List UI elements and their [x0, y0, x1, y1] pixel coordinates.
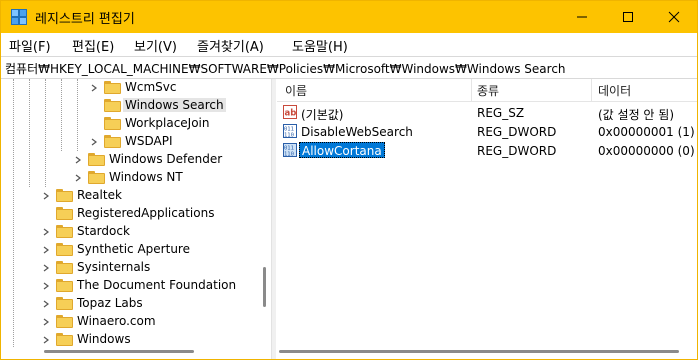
- folder-icon: [56, 279, 73, 292]
- tree-horizontal-scrollbar[interactable]: [4, 347, 260, 356]
- window-title: 레지스트리 편집기: [35, 12, 135, 27]
- menu-favorites[interactable]: 즐겨찾기(A): [197, 36, 264, 55]
- tree-guide-line: [61, 79, 62, 151]
- chevron-right-icon: [75, 174, 81, 182]
- menu-edit[interactable]: 편집(E): [72, 36, 114, 55]
- column-header-name[interactable]: 이름: [285, 82, 307, 99]
- regedit-window: 레지스트리 편집기 파일(F) 편집(E) 보기(V) 즐겨찾기(A) 도움말(…: [0, 0, 698, 360]
- column-divider[interactable]: [591, 79, 592, 101]
- address-path[interactable]: 컴퓨터₩HKEY_LOCAL_MACHINE₩SOFTWARE₩Policies…: [5, 60, 566, 77]
- folder-icon: [56, 189, 73, 202]
- value-name: DisableWebSearch: [301, 125, 413, 139]
- tree-item-label: RegisteredApplications: [77, 206, 215, 220]
- scrollbar-thumb[interactable]: [44, 350, 194, 353]
- value-data: 0x00000000 (0): [598, 144, 695, 158]
- folder-icon: [104, 99, 121, 112]
- registry-editor-icon: [11, 9, 27, 25]
- maximize-button[interactable]: [605, 1, 651, 33]
- tree-guide-line: [13, 79, 14, 347]
- tree-item-label: Realtek: [77, 188, 122, 202]
- key-tree: WcmSvc Windows Search WorkplaceJoin WSDA…: [4, 79, 269, 357]
- value-type: REG_SZ: [477, 106, 525, 120]
- folder-icon: [104, 135, 121, 148]
- chevron-right-icon: [43, 246, 49, 254]
- svg-text:110: 110: [284, 133, 294, 139]
- close-icon: [668, 11, 680, 23]
- tree-guide-line: [77, 79, 78, 151]
- column-divider[interactable]: [471, 79, 472, 101]
- value-row[interactable]: 011 110 DisableWebSearch REG_DWORD 0x000…: [277, 122, 697, 141]
- tree-item-label: WcmSvc: [125, 80, 177, 94]
- tree-guide-line: [29, 79, 30, 187]
- folder-icon: [88, 171, 105, 184]
- menu-bar: 파일(F) 편집(E) 보기(V) 즐겨찾기(A) 도움말(H): [1, 33, 697, 55]
- value-row-selected[interactable]: 011 110 AllowCortana REG_DWORD 0x0000000…: [277, 141, 697, 160]
- value-name: AllowCortana: [299, 142, 385, 158]
- minimize-button[interactable]: [559, 1, 605, 33]
- address-bar[interactable]: 컴퓨터₩HKEY_LOCAL_MACHINE₩SOFTWARE₩Policies…: [1, 56, 697, 79]
- chevron-right-icon: [43, 318, 49, 326]
- tree-item-label: Winaero.com: [77, 314, 156, 328]
- svg-text:ab: ab: [285, 109, 297, 119]
- tree-item-label: WorkplaceJoin: [125, 116, 210, 130]
- list-header: 이름 종류 데이터: [277, 79, 697, 102]
- chevron-right-icon: [43, 264, 49, 272]
- folder-icon: [56, 225, 73, 238]
- value-row[interactable]: ab (기본값) REG_SZ (값 설정 안 됨): [277, 103, 697, 122]
- chevron-right-icon: [43, 300, 49, 308]
- tree-guide-line: [45, 79, 46, 187]
- chevron-right-icon: [43, 228, 49, 236]
- tree-item-label: Sysinternals: [77, 260, 151, 274]
- minimize-icon: [577, 16, 587, 18]
- string-value-icon: ab: [283, 105, 297, 119]
- tree-item-label: Synthetic Aperture: [77, 242, 190, 256]
- folder-icon: [56, 315, 73, 328]
- tree-item-label: Windows Search: [123, 98, 226, 112]
- tree-vertical-scrollbar[interactable]: [260, 79, 269, 347]
- folder-icon: [104, 117, 121, 130]
- chevron-right-icon: [75, 156, 81, 164]
- folder-icon: [56, 243, 73, 256]
- svg-text:110: 110: [284, 152, 294, 158]
- chevron-right-icon: [43, 192, 49, 200]
- dword-value-icon: 011 110: [283, 124, 297, 138]
- close-button[interactable]: [651, 1, 697, 33]
- value-data: (값 설정 안 됨): [598, 108, 675, 122]
- scrollbar-thumb[interactable]: [279, 350, 679, 353]
- value-name: (기본값): [301, 108, 344, 122]
- chevron-right-icon: [43, 336, 49, 344]
- column-header-type[interactable]: 종류: [477, 82, 499, 99]
- menu-view[interactable]: 보기(V): [134, 36, 177, 55]
- menu-file[interactable]: 파일(F): [9, 36, 51, 55]
- tree-item-label: Stardock: [77, 224, 130, 238]
- tree-item-label: Windows: [77, 332, 131, 346]
- scrollbar-thumb[interactable]: [263, 267, 266, 307]
- folder-icon: [56, 207, 73, 220]
- value-type: REG_DWORD: [477, 144, 557, 158]
- folder-icon: [56, 333, 73, 346]
- folder-icon: [56, 297, 73, 310]
- value-list: 이름 종류 데이터 ab (기본값) REG_SZ (값 설정 안 됨) 011…: [277, 79, 697, 359]
- pane-splitter[interactable]: [271, 79, 276, 359]
- dword-value-icon: 011 110: [283, 143, 297, 157]
- chevron-right-icon: [91, 84, 97, 92]
- folder-icon: [88, 153, 105, 166]
- chevron-right-icon: [43, 282, 49, 290]
- value-type: REG_DWORD: [477, 125, 557, 139]
- menu-help[interactable]: 도움말(H): [292, 36, 348, 55]
- title-bar[interactable]: 레지스트리 편집기: [1, 1, 697, 33]
- tree-item-label: Windows Defender: [109, 152, 223, 166]
- maximize-icon: [623, 12, 633, 22]
- folder-icon: [56, 261, 73, 274]
- tree-item-label: Windows NT: [109, 170, 183, 184]
- value-data: 0x00000001 (1): [598, 125, 695, 139]
- tree-item-label: Topaz Labs: [77, 296, 143, 310]
- list-horizontal-scrollbar[interactable]: [277, 347, 687, 356]
- column-header-data[interactable]: 데이터: [598, 82, 631, 99]
- folder-icon: [104, 81, 121, 94]
- chevron-right-icon: [91, 138, 97, 146]
- tree-item-label: The Document Foundation: [77, 278, 237, 292]
- tree-item-label: WSDAPI: [125, 134, 173, 148]
